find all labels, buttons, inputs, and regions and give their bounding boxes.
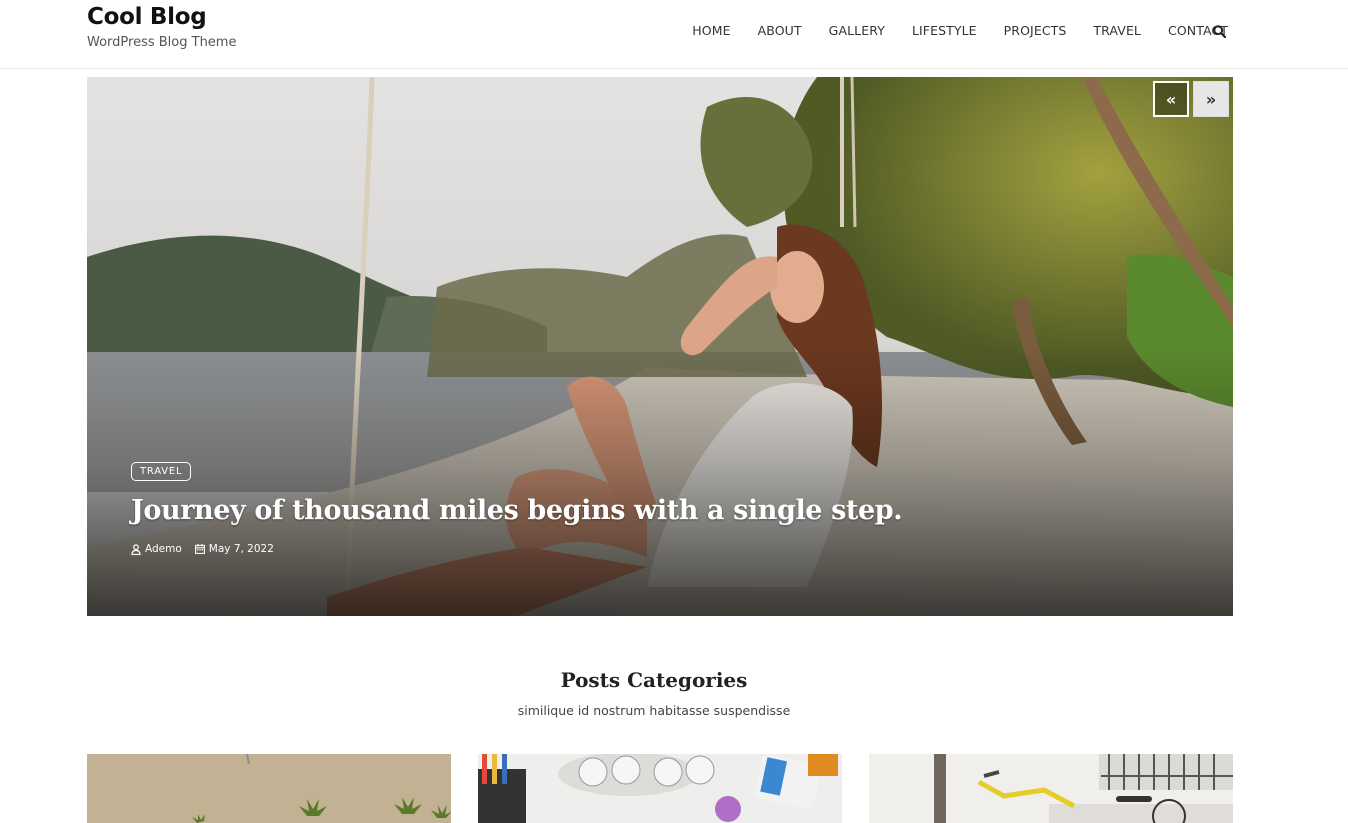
site-header: Cool Blog WordPress Blog Theme HOME ABOU… — [0, 0, 1348, 69]
section-title: Posts Categories — [560, 668, 748, 692]
slider-controls: « » — [1153, 81, 1229, 117]
nav-item-about[interactable]: ABOUT — [758, 22, 802, 40]
bicycle-street-image — [869, 754, 1233, 823]
nav-item-gallery[interactable]: GALLERY — [829, 22, 885, 40]
hero-caption: TRAVEL Journey of thousand miles begins … — [131, 461, 1193, 555]
hero-slider: « » TRAVEL Journey of thousand miles beg… — [87, 77, 1233, 616]
category-badge[interactable]: TRAVEL — [131, 462, 192, 481]
categories-header: Posts Categories similique id nostrum ha… — [0, 668, 1348, 718]
nav-item-travel[interactable]: TRAVEL — [1093, 22, 1141, 40]
brand: Cool Blog WordPress Blog Theme — [87, 4, 236, 50]
post-meta: Ademo May 7, 2022 — [131, 543, 1193, 555]
nav-item-projects[interactable]: PROJECTS — [1004, 22, 1067, 40]
main-nav: HOME ABOUT GALLERY LIFESTYLE PROJECTS TR… — [692, 22, 1228, 40]
category-card-1[interactable] — [87, 754, 451, 823]
beach-palms-image — [87, 754, 451, 823]
post-author[interactable]: Ademo — [131, 543, 182, 555]
section-subtitle: similique id nostrum habitasse suspendis… — [517, 703, 791, 718]
site-tagline: WordPress Blog Theme — [87, 35, 237, 50]
hero-post-title[interactable]: Journey of thousand miles begins with a … — [131, 495, 1193, 526]
post-date[interactable]: May 7, 2022 — [194, 543, 274, 555]
category-card-2[interactable] — [478, 754, 842, 823]
search-button[interactable] — [1211, 22, 1227, 40]
author-name: Ademo — [145, 543, 182, 555]
slider-prev-button[interactable]: « — [1153, 81, 1189, 117]
nav-item-home[interactable]: HOME — [692, 22, 730, 40]
slider-next-button[interactable]: » — [1193, 81, 1229, 117]
user-icon — [131, 543, 141, 555]
post-date-text: May 7, 2022 — [208, 543, 274, 555]
nav-item-lifestyle[interactable]: LIFESTYLE — [912, 22, 977, 40]
stationery-desk-image — [478, 754, 842, 823]
category-card-3[interactable] — [869, 754, 1233, 823]
calendar-icon — [194, 544, 205, 554]
search-icon — [1212, 24, 1226, 38]
site-title-link[interactable]: Cool Blog — [87, 4, 236, 30]
